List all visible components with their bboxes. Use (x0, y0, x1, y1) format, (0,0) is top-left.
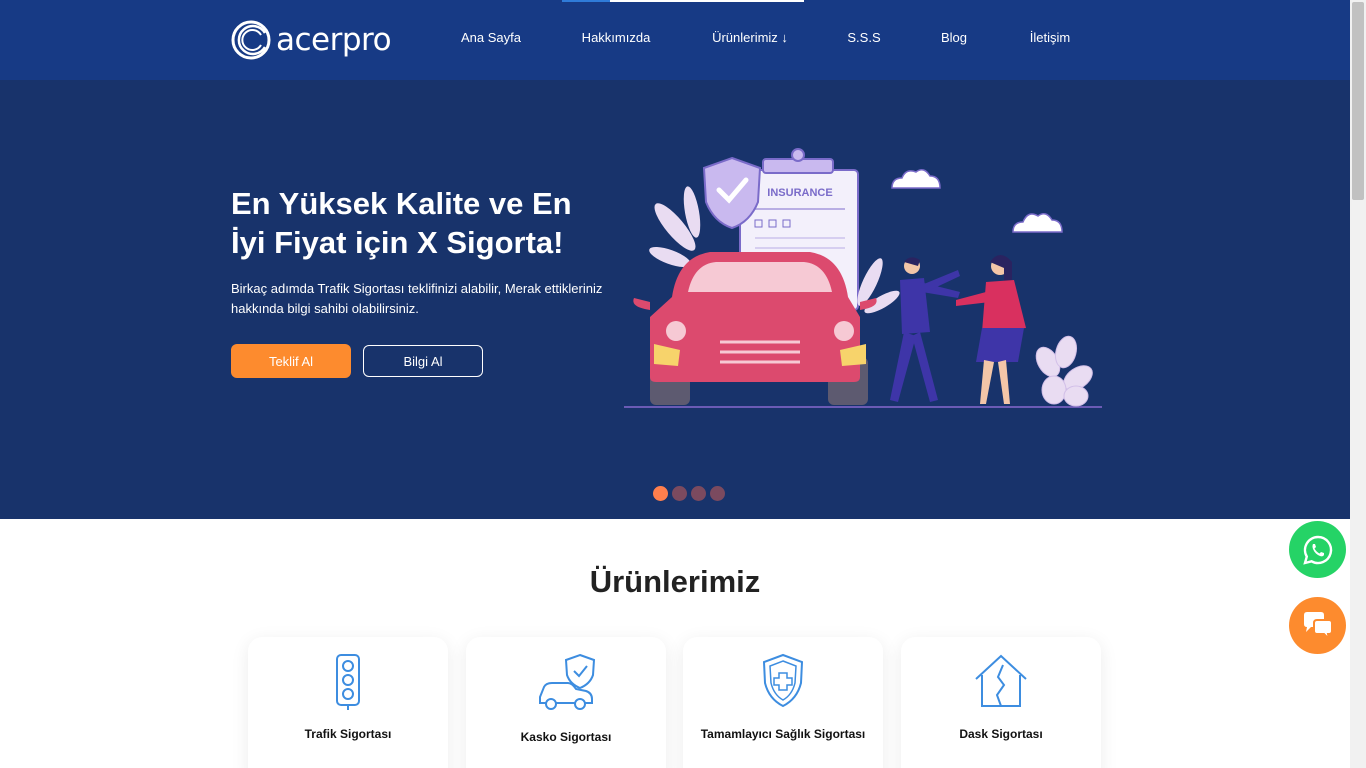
car-shield-icon (539, 653, 596, 710)
product-card-kasko[interactable]: Kasko Sigortası (466, 637, 666, 768)
slider-dot-1[interactable] (653, 486, 668, 501)
traffic-light-icon (336, 654, 360, 710)
businessman-figure (890, 257, 960, 402)
nav-home[interactable]: Ana Sayfa (461, 30, 521, 45)
header-accent-line (562, 0, 804, 2)
insurance-label: INSURANCE (767, 187, 832, 199)
product-card-dask[interactable]: Dask Sigortası (901, 637, 1101, 768)
house-crack-icon (975, 654, 1027, 707)
slider-dot-3[interactable] (691, 486, 706, 501)
hero-section: En Yüksek Kalite ve En İyi Fiyat için X … (0, 80, 1350, 519)
nav-products[interactable]: Ürünlerimiz ↓ (712, 30, 788, 45)
product-card-health[interactable]: Tamamlayıcı Sağlık Sigortası (683, 637, 883, 768)
scrollbar-thumb[interactable] (1352, 2, 1364, 200)
car-illustration (633, 252, 877, 405)
page-scrollbar[interactable] (1350, 0, 1366, 768)
product-label-dask: Dask Sigortası (959, 727, 1043, 741)
bush-icon (1035, 335, 1093, 407)
whatsapp-icon (1302, 535, 1332, 565)
cloud-icon (891, 169, 1063, 233)
get-info-button[interactable]: Bilgi Al (363, 345, 483, 377)
nav-about[interactable]: Hakkımızda (582, 30, 651, 45)
get-quote-button[interactable]: Teklif Al (231, 344, 351, 378)
insurance-illustration: INSURANCE (624, 148, 1102, 408)
nav-blog[interactable]: Blog (941, 30, 967, 45)
products-title: Ürünlerimiz (589, 564, 761, 599)
product-card-traffic[interactable]: Trafik Sigortası (248, 637, 448, 768)
slider-dots (653, 486, 725, 501)
businesswoman-figure (956, 255, 1026, 404)
chat-bubbles-icon (1303, 611, 1333, 641)
nav-contact[interactable]: İletişim (1030, 30, 1070, 45)
live-chat-button[interactable] (1289, 597, 1346, 654)
site-header: acerpro Ana Sayfa Hakkımızda Ürünlerimiz… (0, 0, 1350, 80)
health-shield-icon (762, 653, 804, 708)
whatsapp-button[interactable] (1289, 521, 1346, 578)
main-nav: Ana Sayfa Hakkımızda Ürünlerimiz ↓ S.S.S… (0, 30, 1350, 50)
hero-description: Birkaç adımda Trafik Sigortası teklifini… (231, 281, 603, 316)
hero-title: En Yüksek Kalite ve En İyi Fiyat için X … (231, 186, 572, 260)
nav-faq[interactable]: S.S.S (847, 30, 880, 45)
product-label-kasko: Kasko Sigortası (520, 730, 612, 744)
product-label-traffic: Trafik Sigortası (304, 727, 392, 741)
slider-dot-2[interactable] (672, 486, 687, 501)
product-label-health: Tamamlayıcı Sağlık Sigortası (700, 727, 866, 741)
slider-dot-4[interactable] (710, 486, 725, 501)
